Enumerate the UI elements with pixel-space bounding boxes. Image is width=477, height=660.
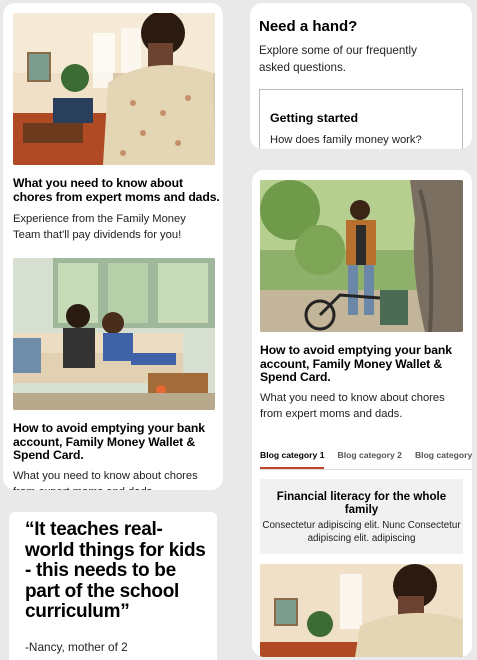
article-title[interactable]: How to avoid emptying your bank account,…: [13, 421, 218, 463]
tab-blog-category-3[interactable]: Blog category 3: [415, 448, 472, 469]
help-title: Need a hand?: [259, 18, 358, 35]
article-description: Experience from the Family Money Team th…: [13, 213, 186, 241]
testimonial-author: -Nancy, mother of 2: [25, 640, 128, 654]
tab-blog-category-1[interactable]: Blog category 1: [260, 448, 325, 469]
faq-section-title: Getting started: [270, 111, 359, 125]
help-card: Need a hand? Explore some of our frequen…: [250, 3, 472, 149]
featured-article-card: How to avoid emptying your bank account,…: [252, 170, 472, 657]
faq-question-link[interactable]: How does family money work?: [270, 134, 422, 146]
article-card-list: What you need to know about chores from …: [3, 3, 223, 490]
article-title[interactable]: What you need to know about chores from …: [13, 176, 221, 204]
blog-category-tabs: Blog category 1 Blog category 2 Blog cat…: [260, 448, 472, 470]
article-photo-family-living-room[interactable]: [13, 13, 215, 165]
article-photo-man-with-bike[interactable]: [260, 180, 463, 332]
testimonial-card: “It teaches real-world things for kids -…: [9, 512, 217, 660]
article-description: What you need to know about chores from …: [13, 470, 198, 490]
faq-section[interactable]: Getting started How does family money wo…: [259, 89, 463, 149]
featured-article-title[interactable]: How to avoid emptying your bank account,…: [260, 343, 465, 385]
tab-blog-category-2[interactable]: Blog category 2: [337, 448, 401, 469]
promo-body: Consectetur adipiscing elit. Nunc Consec…: [262, 520, 461, 544]
article-photo-kids-on-sofa[interactable]: [13, 258, 215, 410]
featured-article-description: What you need to know about chores from …: [260, 392, 445, 420]
article-photo-family-living-room[interactable]: [260, 564, 463, 657]
promo-panel: Financial literacy for the whole family …: [260, 479, 463, 554]
help-subtitle: Explore some of our frequently asked que…: [259, 44, 417, 74]
testimonial-quote: “It teaches real-world things for kids -…: [25, 519, 206, 622]
promo-title: Financial literacy for the whole family: [276, 490, 447, 516]
